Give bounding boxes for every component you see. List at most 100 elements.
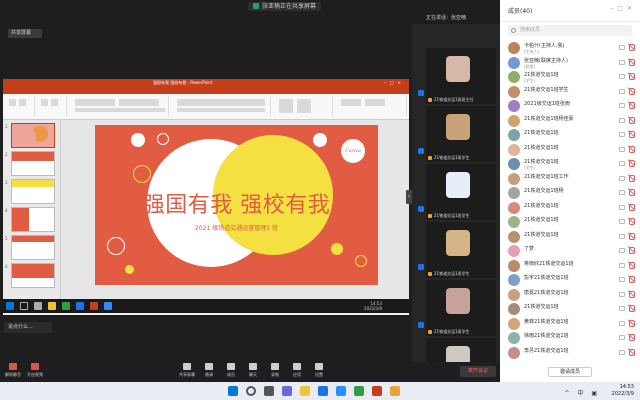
participant-name: 了梦 — [524, 246, 535, 252]
start-icon[interactable] — [6, 302, 14, 310]
task-view-icon[interactable] — [264, 386, 274, 396]
avatar — [508, 332, 520, 344]
avatar — [508, 230, 520, 243]
meeting-sharing-indicator[interactable]: 张亚楠正在共享屏幕 — [248, 2, 322, 11]
camera-off-icon — [619, 117, 625, 123]
invite-button[interactable]: 邀请成员 — [548, 367, 592, 377]
camera-off-icon — [619, 190, 625, 195]
widgets-icon[interactable] — [282, 386, 292, 396]
video-tile-name: 21铁道交运1班学生 — [434, 213, 470, 218]
task-view-icon[interactable] — [34, 302, 42, 310]
edge-icon[interactable] — [76, 302, 84, 310]
slide-thumbnail-pane[interactable]: 1 2 3 4 5 6 — [3, 120, 61, 300]
control-label: 录制 — [271, 372, 279, 377]
slide-thumbnail[interactable] — [11, 207, 55, 232]
windows-clock-date: 2022/3/9 — [611, 391, 634, 397]
system-tray[interactable]: ^ 中 ▣ — [564, 388, 600, 397]
leave-meeting-button[interactable]: 离开会议 — [460, 366, 496, 377]
slide-title: 强国有我 强校有我 — [142, 193, 331, 218]
record-icon — [271, 363, 279, 370]
host-badge-icon — [418, 90, 424, 96]
file-explorer-icon[interactable] — [300, 386, 310, 396]
chat-input[interactable]: 说点什么... — [4, 322, 52, 333]
outline-circle — [107, 237, 125, 255]
mic-muted-icon — [628, 319, 635, 328]
wechat-icon[interactable] — [354, 386, 364, 396]
mic-muted-icon — [628, 305, 635, 313]
windows-taskbar: ^ 中 ▣ 14:53 2022/3/9 — [0, 382, 640, 400]
video-tile[interactable]: 21铁道交运1班班主任 — [418, 48, 496, 104]
search-icon — [511, 28, 516, 33]
camera-off-icon — [619, 291, 625, 297]
search-icon[interactable] — [246, 386, 256, 396]
meeting-controls: 解除静音 开启视频 共享屏幕 邀请 成员 聊天 录制 应用 设置 — [0, 362, 500, 382]
panel-window-controls[interactable]: –▢✕ — [610, 5, 636, 12]
windows-clock[interactable]: 14:53 2022/3/9 — [612, 384, 634, 398]
slide-thumbnail[interactable] — [11, 235, 55, 260]
slide-thumbnail[interactable] — [11, 123, 55, 148]
app-icon[interactable] — [390, 386, 400, 396]
powerpoint-icon[interactable] — [372, 386, 382, 396]
edge-icon[interactable] — [318, 386, 328, 396]
file-explorer-icon[interactable] — [48, 302, 56, 310]
camera-off-icon — [619, 233, 625, 239]
invite-button[interactable]: 邀请 — [198, 363, 220, 381]
apps-icon — [293, 363, 301, 370]
slide-thumbnail[interactable] — [11, 151, 55, 176]
members-button[interactable]: 成员 — [220, 363, 242, 381]
chat-button[interactable]: 聊天 — [242, 363, 264, 381]
meeting-app-icon[interactable] — [336, 386, 346, 396]
participant-name: 李丹21铁道交运1班 — [524, 347, 569, 354]
participant-name: 黄菲21铁道交运1班 — [524, 318, 569, 325]
mic-button[interactable]: 解除静音 — [2, 363, 24, 381]
camera-icon — [31, 363, 39, 370]
slide-canvas[interactable]: Canva 强国有我 强校有我 2021 级铁道交通运营管理1 班 — [95, 125, 378, 285]
camera-off-icon — [619, 88, 625, 94]
panel-header: 成员(40) –▢✕ — [500, 0, 640, 22]
apps-button[interactable]: 应用 — [286, 363, 308, 381]
camera-off-icon — [619, 146, 625, 152]
mic-muted-icon — [628, 189, 635, 197]
mic-muted-icon — [628, 334, 635, 342]
slide-thumbnail[interactable] — [11, 179, 55, 204]
ribbon-tabs[interactable] — [3, 87, 409, 94]
window-controls[interactable]: –▢✕ — [384, 79, 405, 87]
search-icon[interactable] — [20, 302, 28, 310]
mic-muted-icon — [628, 261, 635, 270]
avatar — [508, 172, 520, 185]
browser-icon[interactable] — [62, 302, 70, 310]
participant-row[interactable]: 李丹21铁道交运1班 — [500, 345, 640, 361]
mic-muted-icon — [628, 116, 635, 125]
participant-search-input[interactable]: 搜索成员 — [508, 25, 632, 36]
camera-button[interactable]: 开启视频 — [24, 363, 46, 381]
powerpoint-icon[interactable] — [90, 302, 98, 310]
camera-off-icon — [619, 161, 625, 166]
video-tile[interactable]: 21铁道交运1班学生 — [418, 106, 496, 162]
slide-thumbnail[interactable] — [11, 263, 55, 288]
participant-name: 21铁道交运1班 — [524, 159, 559, 165]
camera-off-icon — [619, 45, 625, 50]
mic-muted-icon — [628, 247, 635, 255]
participant-name: 蒋雨欣21铁道交运1班 — [524, 260, 574, 267]
meeting-app-icon[interactable] — [104, 302, 112, 310]
members-icon — [227, 363, 235, 370]
share-screen-button[interactable]: 共享屏幕 — [176, 363, 198, 381]
record-button[interactable]: 录制 — [264, 363, 286, 381]
participant-name: 21铁道交运1班 — [524, 231, 559, 238]
avatar — [508, 71, 520, 83]
camera-off-icon — [619, 132, 625, 137]
participant-name: 彭宇21铁道交运1班 — [524, 275, 569, 281]
settings-button[interactable]: 设置 — [308, 363, 330, 381]
video-tile[interactable]: 21铁道交运1班学生 — [418, 164, 496, 220]
start-icon[interactable] — [228, 386, 238, 396]
camera-off-icon — [619, 59, 625, 65]
ribbon-toolbar[interactable] — [3, 94, 409, 120]
invite-icon — [205, 363, 213, 370]
mic-icon — [428, 98, 432, 102]
thumb-number: 5 — [5, 236, 8, 241]
avatar — [508, 100, 520, 112]
collapse-video-button[interactable]: › — [406, 190, 412, 204]
video-gallery: 正在讲话：张亚楠 21铁道交运1班班主任 21铁道交运1班学生 21铁道交运1班学生… — [412, 12, 500, 394]
video-tile[interactable]: 21铁道交运1班学生 — [418, 280, 496, 336]
video-tile[interactable]: 21铁道交运1班学生 — [418, 222, 496, 278]
